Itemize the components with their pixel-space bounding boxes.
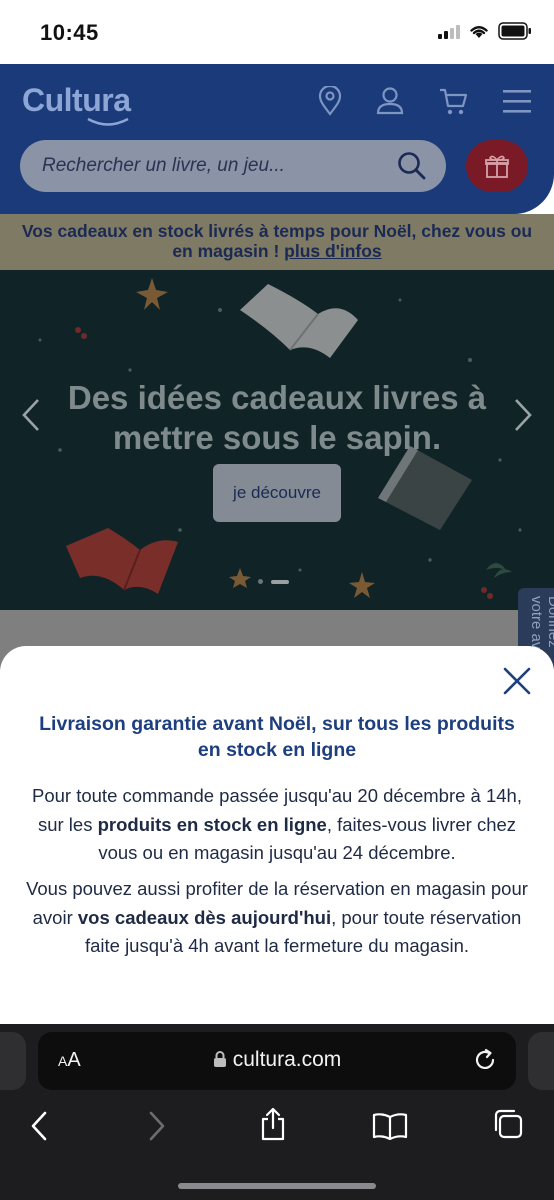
account-icon[interactable] bbox=[376, 86, 404, 116]
browser-toolbar: AA cultura.com bbox=[0, 1024, 554, 1200]
forward-icon[interactable] bbox=[146, 1110, 168, 1142]
url-display[interactable]: cultura.com bbox=[38, 1048, 516, 1072]
previous-tab-preview[interactable] bbox=[0, 1032, 26, 1090]
hero-carousel: Des idées cadeaux livres à mettre sous l… bbox=[0, 270, 554, 610]
promo-text: Vos cadeaux en stock livrés à temps pour… bbox=[0, 214, 554, 261]
close-icon[interactable] bbox=[502, 666, 532, 696]
search-input[interactable]: Rechercher un livre, un jeu... bbox=[20, 140, 446, 192]
reload-icon[interactable] bbox=[472, 1047, 498, 1073]
carousel-prev-icon[interactable] bbox=[20, 398, 42, 432]
search-placeholder: Rechercher un livre, un jeu... bbox=[42, 155, 285, 176]
promo-more-info-link[interactable]: plus d'infos bbox=[284, 241, 382, 261]
battery-icon bbox=[498, 22, 531, 40]
header-icons bbox=[318, 86, 532, 116]
bookmarks-icon[interactable] bbox=[372, 1112, 408, 1140]
gift-button[interactable] bbox=[466, 140, 528, 192]
tabs-icon[interactable] bbox=[492, 1108, 524, 1140]
p1-text-bold: produits en stock en ligne bbox=[97, 813, 327, 835]
lock-icon bbox=[213, 1051, 226, 1067]
logo-swoosh-icon bbox=[87, 117, 129, 126]
cart-icon[interactable] bbox=[438, 86, 468, 116]
home-indicator[interactable] bbox=[178, 1183, 376, 1189]
status-bar: 10:45 bbox=[0, 0, 554, 64]
promo-message: Vos cadeaux en stock livrés à temps pour… bbox=[21, 221, 533, 261]
cellular-signal-icon bbox=[438, 23, 460, 39]
site-header: Cultura Rechercher un livre, un jeu... bbox=[0, 64, 554, 214]
status-icons bbox=[438, 22, 532, 40]
menu-icon[interactable] bbox=[502, 88, 532, 114]
modal-title: Livraison garantie avant Noël, sur tous … bbox=[39, 713, 515, 761]
carousel-dots bbox=[258, 579, 289, 584]
hero-cta-button[interactable]: je découvre bbox=[213, 464, 341, 522]
share-icon[interactable] bbox=[258, 1106, 288, 1142]
delivery-info-modal: Livraison garantie avant Noël, sur tous … bbox=[0, 646, 554, 1024]
gift-icon bbox=[485, 155, 509, 178]
address-bar[interactable]: AA cultura.com bbox=[38, 1032, 516, 1090]
modal-paragraph-reservation: Vous pouvez aussi profiter de la réserva… bbox=[20, 875, 534, 961]
url-text: cultura.com bbox=[232, 1048, 342, 1071]
carousel-dot[interactable] bbox=[258, 579, 263, 584]
carousel-dot-active[interactable] bbox=[271, 579, 289, 584]
carousel-next-icon[interactable] bbox=[512, 398, 534, 432]
cultura-logo[interactable]: Cultura bbox=[22, 82, 131, 119]
promo-banner: Vos cadeaux en stock livrés à temps pour… bbox=[0, 214, 554, 270]
modal-paragraph-delivery: Pour toute commande passée jusqu'au 20 d… bbox=[20, 782, 534, 868]
next-tab-preview[interactable] bbox=[528, 1032, 554, 1090]
hero-title: Des idées cadeaux livres à mettre sous l… bbox=[67, 379, 487, 456]
status-time: 10:45 bbox=[40, 20, 99, 45]
p2-text-bold: vos cadeaux dès aujourd'hui bbox=[77, 906, 332, 928]
back-icon[interactable] bbox=[28, 1110, 50, 1142]
store-locator-icon[interactable] bbox=[318, 86, 342, 116]
browser-nav-bar bbox=[0, 1104, 554, 1148]
search-icon[interactable] bbox=[396, 150, 428, 182]
wifi-icon bbox=[470, 26, 488, 38]
